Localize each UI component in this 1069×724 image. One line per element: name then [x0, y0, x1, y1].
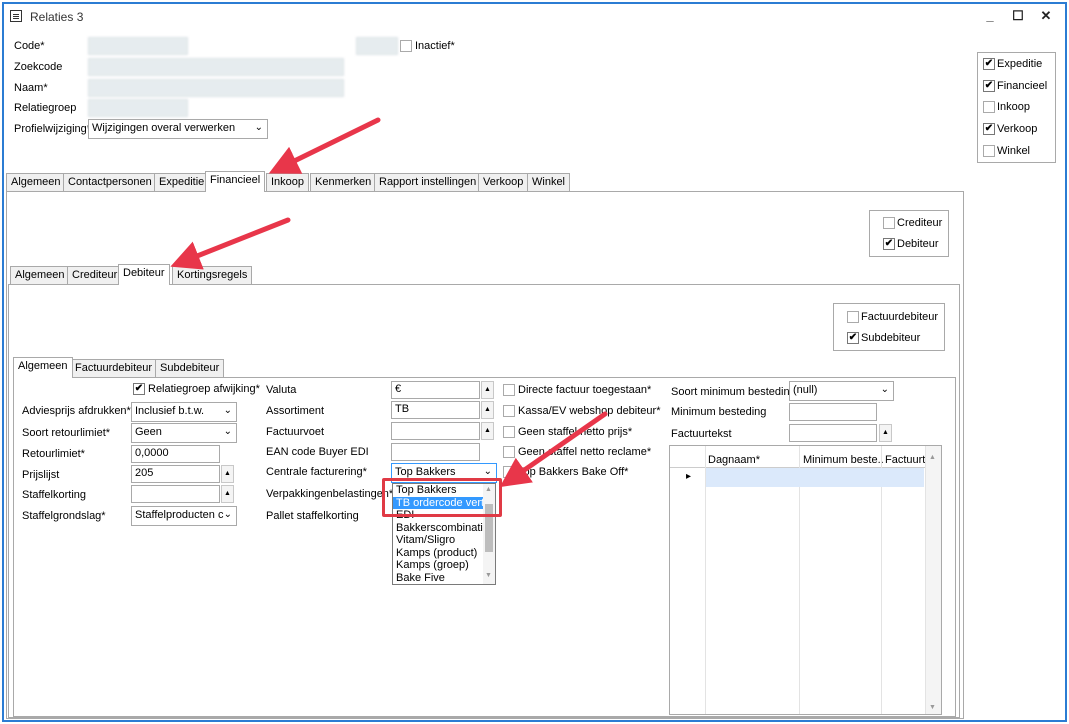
arrow-to-debiteur — [170, 217, 291, 270]
annotation-arrows — [170, 117, 608, 488]
tab-deb-algemeen[interactable]: Algemeen — [13, 357, 73, 378]
arrow-to-dropdown — [499, 411, 608, 488]
arrow-to-financieel — [268, 117, 381, 174]
tab-financieel[interactable]: Financieel — [205, 171, 266, 192]
tab-fin-debiteur[interactable]: Debiteur — [118, 264, 170, 285]
